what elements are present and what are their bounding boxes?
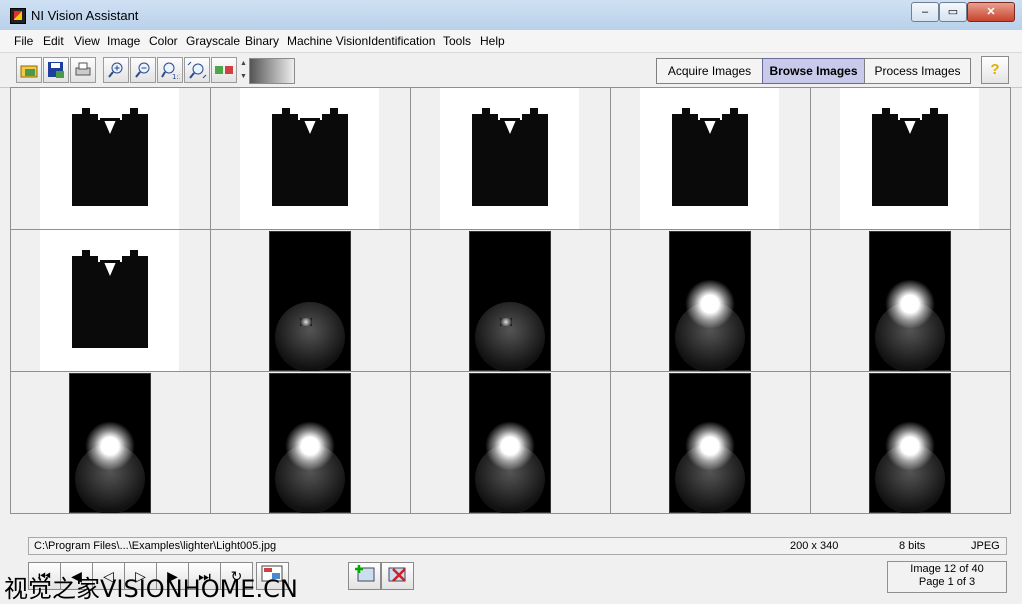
thumbnail-cell[interactable] bbox=[11, 88, 211, 230]
thumbnail-cell[interactable] bbox=[611, 230, 811, 372]
zoom-in-icon bbox=[108, 62, 123, 78]
status-bar: C:\Program Files\...\Examples\lighter\Li… bbox=[28, 537, 1007, 555]
menu-edit[interactable]: Edit bbox=[43, 34, 64, 48]
zoom-1to1-icon: 1:1 bbox=[161, 62, 180, 80]
thumbnail-cell[interactable] bbox=[611, 88, 811, 230]
thumbnail-cell[interactable] bbox=[11, 372, 211, 514]
add-image-icon bbox=[354, 565, 374, 582]
maximize-button[interactable]: ▭ bbox=[939, 2, 967, 22]
thumbnail-image bbox=[869, 231, 951, 371]
image-size: 200 x 340 bbox=[790, 540, 839, 552]
menu-image[interactable]: Image bbox=[107, 34, 140, 48]
print-button[interactable] bbox=[70, 57, 96, 83]
thumbnail-image bbox=[269, 373, 351, 513]
thumbnail-cell[interactable] bbox=[811, 372, 1011, 514]
thumbnail-cell[interactable] bbox=[611, 372, 811, 514]
zoom-out-button[interactable] bbox=[130, 57, 156, 83]
thumbnail-image bbox=[669, 373, 751, 513]
title-bar: NI Vision Assistant – ▭ ✕ bbox=[0, 0, 1022, 31]
menu-machine-vision[interactable]: Machine Vision bbox=[287, 34, 368, 48]
image-counter: Image 12 of 40 Page 1 of 3 bbox=[887, 561, 1007, 593]
zoom-out-icon bbox=[135, 62, 150, 78]
menu-color[interactable]: Color bbox=[149, 34, 178, 48]
remove-image-icon bbox=[388, 567, 406, 582]
save-image-button[interactable] bbox=[43, 57, 69, 83]
thumbnail-image bbox=[40, 88, 179, 229]
image-format: JPEG bbox=[971, 540, 1000, 552]
menu-help[interactable]: Help bbox=[480, 34, 505, 48]
bit-depth: 8 bits bbox=[899, 540, 926, 552]
print-icon bbox=[75, 62, 91, 76]
palette-button[interactable] bbox=[211, 57, 237, 83]
thumbnail-image bbox=[469, 373, 551, 513]
remove-image-button[interactable] bbox=[381, 562, 414, 590]
menu-view[interactable]: View bbox=[74, 34, 100, 48]
menu-file[interactable]: File bbox=[14, 34, 33, 48]
thumbnail-image bbox=[640, 88, 779, 229]
menu-identification[interactable]: Identification bbox=[368, 34, 435, 48]
thumbnail-cell[interactable] bbox=[211, 88, 411, 230]
thumbnail-cell[interactable] bbox=[11, 230, 211, 372]
thumbnail-cell[interactable] bbox=[211, 230, 411, 372]
svg-text:1:1: 1:1 bbox=[172, 73, 180, 80]
add-image-button[interactable] bbox=[348, 562, 381, 590]
open-image-icon bbox=[20, 65, 38, 78]
zoom-fit-button[interactable] bbox=[184, 57, 210, 83]
thumbnail-image bbox=[869, 373, 951, 513]
minimize-button[interactable]: – bbox=[911, 2, 939, 22]
menu-grayscale[interactable]: Grayscale bbox=[186, 34, 240, 48]
window-title: NI Vision Assistant bbox=[31, 8, 139, 23]
gradient-swatch[interactable] bbox=[249, 58, 295, 84]
thumbnail-image bbox=[269, 231, 351, 371]
process-images-button[interactable]: Process Images bbox=[864, 58, 971, 84]
thumbnail-cell[interactable] bbox=[211, 372, 411, 514]
thumbnail-image bbox=[40, 230, 179, 371]
zoom-in-button[interactable] bbox=[103, 57, 129, 83]
image-browser-grid bbox=[10, 87, 1011, 514]
zoom-1to1-button[interactable]: 1:1 bbox=[157, 57, 183, 83]
thumbnail-image bbox=[469, 231, 551, 371]
thumbnail-image bbox=[840, 88, 979, 229]
open-image-button[interactable] bbox=[16, 57, 42, 83]
swatch-spin-icon[interactable]: ▲ ▼ bbox=[240, 57, 248, 83]
acquire-images-button[interactable]: Acquire Images bbox=[656, 58, 763, 84]
app-logo-icon bbox=[10, 8, 26, 24]
thumbnail-cell[interactable] bbox=[811, 88, 1011, 230]
watermark: 视觉之家VISIONHOME.CN bbox=[4, 575, 298, 603]
palette-icon bbox=[215, 66, 233, 74]
image-index: Image 12 of 40 bbox=[910, 563, 984, 575]
thumbnail-image bbox=[669, 231, 751, 371]
zoom-fit-icon bbox=[187, 61, 207, 79]
help-button[interactable]: ? bbox=[981, 56, 1009, 84]
save-image-icon bbox=[48, 62, 64, 78]
thumbnail-image bbox=[240, 88, 379, 229]
close-button[interactable]: ✕ bbox=[967, 2, 1015, 22]
menu-tools[interactable]: Tools bbox=[443, 34, 471, 48]
thumbnail-cell[interactable] bbox=[811, 230, 1011, 372]
thumbnail-cell[interactable] bbox=[411, 372, 611, 514]
menu-binary[interactable]: Binary bbox=[245, 34, 279, 48]
file-path: C:\Program Files\...\Examples\lighter\Li… bbox=[34, 540, 277, 552]
browse-images-button[interactable]: Browse Images bbox=[762, 58, 865, 84]
menu-bar: File Edit View Image Color Grayscale Bin… bbox=[0, 30, 1022, 53]
thumbnail-cell[interactable] bbox=[411, 88, 611, 230]
thumbnail-image bbox=[69, 373, 151, 513]
thumbnail-cell[interactable] bbox=[411, 230, 611, 372]
thumbnail-image bbox=[440, 88, 579, 229]
page-index: Page 1 of 3 bbox=[918, 576, 976, 588]
